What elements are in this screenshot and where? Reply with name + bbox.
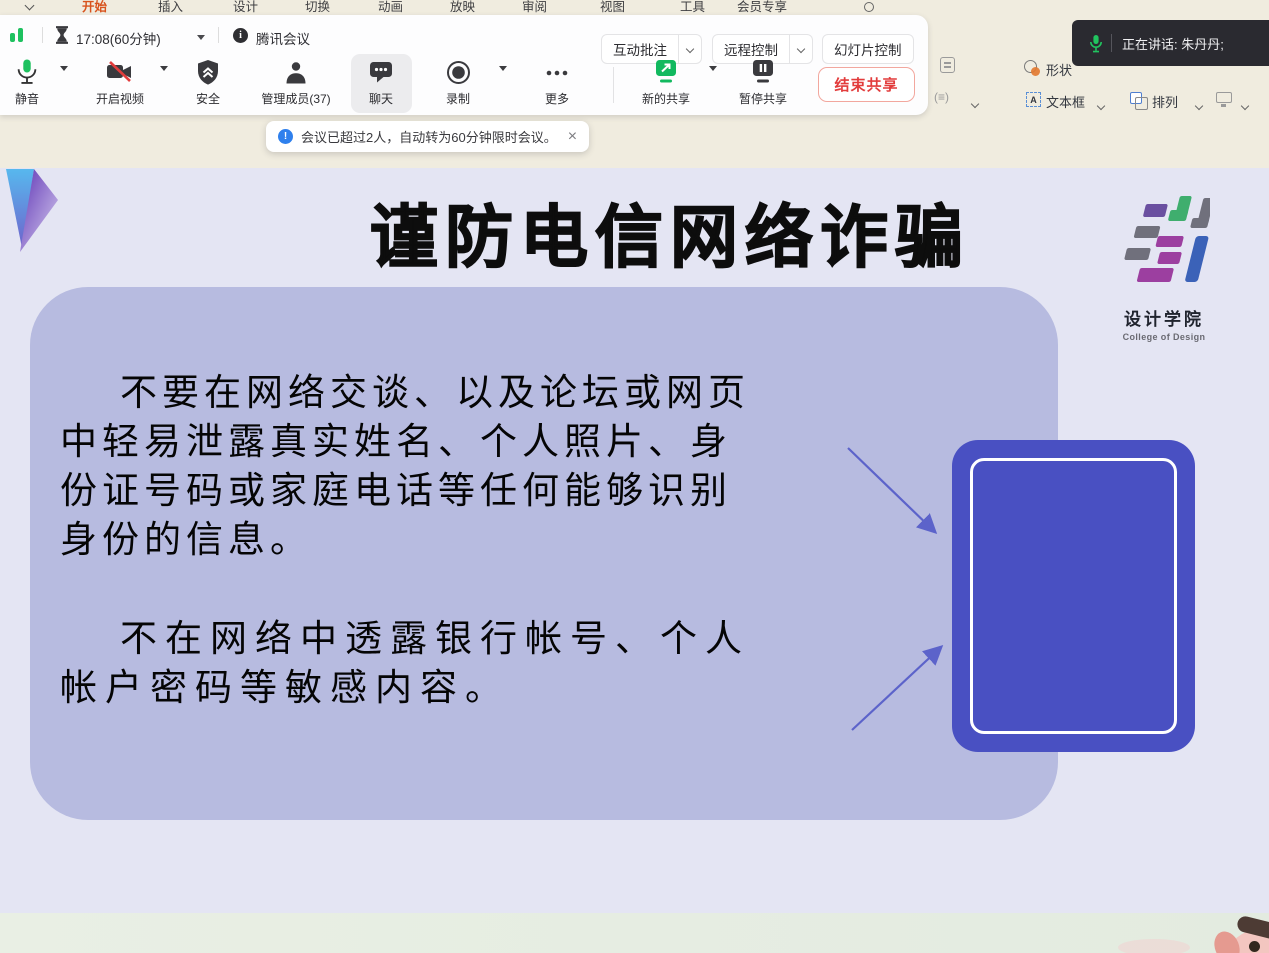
screen-share-icon <box>621 56 711 88</box>
image-placeholder-rect <box>952 440 1195 752</box>
start-video-button[interactable]: 开启视频 <box>75 56 165 107</box>
paste-icon[interactable] <box>940 57 955 73</box>
camera-off-icon <box>75 56 165 88</box>
tab-tools[interactable]: 工具 <box>680 0 705 15</box>
manage-members-button[interactable]: 管理成员(37) <box>251 56 341 107</box>
tab-home[interactable]: 开始 <box>82 0 107 15</box>
record-button[interactable]: 录制 <box>413 56 503 107</box>
share-dropdown-icon[interactable] <box>709 66 717 71</box>
paragraph-privacy: 不要在网络交谈、以及论坛或网页 中轻易泄露真实姓名、个人照片、身 份证号码或家庭… <box>60 368 830 564</box>
end-share-button[interactable]: 结束共享 <box>818 67 915 102</box>
line-spacing-icon[interactable]: (≡) <box>934 90 949 104</box>
info-icon: ! <box>278 129 293 144</box>
search-icon[interactable] <box>864 2 874 12</box>
tab-view[interactable]: 视图 <box>600 0 625 15</box>
powerpoint-tab-bar: 开始 插入 设计 切换 动画 放映 审阅 视图 工具 会员专享 <box>0 0 1269 15</box>
college-name-en: College of Design <box>1108 332 1220 342</box>
meeting-info-icon[interactable]: i <box>233 28 248 43</box>
arrange-icon[interactable] <box>1130 92 1142 104</box>
slideshow-monitor-icon[interactable] <box>1216 92 1232 103</box>
more-dots-icon <box>512 56 602 88</box>
pig-tail-blob <box>1118 939 1190 953</box>
tab-member[interactable]: 会员专享 <box>737 0 787 15</box>
network-signal-icon <box>10 28 32 42</box>
arrange-label[interactable]: 排列 <box>1152 92 1178 111</box>
textbox-icon[interactable]: A <box>1026 92 1041 107</box>
speaker-mic-icon <box>1089 34 1103 53</box>
textbox-chevron-icon[interactable] <box>1098 96 1104 114</box>
app-name: 腾讯会议 <box>256 28 310 48</box>
divider <box>42 27 43 43</box>
meeting-timer[interactable]: 17:08(60分钟) <box>76 28 161 48</box>
tab-review[interactable]: 审阅 <box>522 0 547 15</box>
mute-dropdown-icon[interactable] <box>60 66 68 71</box>
slide-control-button[interactable]: 幻灯片控制 <box>822 34 914 64</box>
college-name-cn: 设计学院 <box>1108 305 1220 330</box>
active-speaker-indicator: 正在讲话: 朱丹丹; <box>1072 20 1269 66</box>
shapes-label[interactable]: 形状 <box>1046 60 1072 79</box>
tab-design[interactable]: 设计 <box>233 0 258 15</box>
shapes-icon[interactable] <box>1024 60 1037 73</box>
tab-animation[interactable]: 动画 <box>378 0 403 15</box>
divider <box>218 27 219 43</box>
slide-title: 谨防电信网络诈骗 <box>310 182 1030 281</box>
security-button[interactable]: 安全 <box>163 56 253 107</box>
speaking-text: 正在讲话: 朱丹丹; <box>1122 34 1224 53</box>
more-button[interactable]: 更多 <box>512 56 602 107</box>
record-icon <box>413 56 503 88</box>
arrange-chevron-icon[interactable] <box>1196 96 1202 114</box>
tab-transition[interactable]: 切换 <box>305 0 330 15</box>
collapse-ribbon-chevron-icon[interactable] <box>25 1 35 11</box>
microphone-icon <box>0 56 72 88</box>
record-dropdown-icon[interactable] <box>499 66 507 71</box>
college-logo-mark <box>1118 196 1210 296</box>
meeting-toolbar-panel: 17:08(60分钟) i 腾讯会议 互动批注 远程控制 幻灯片控制 静音 <box>0 15 928 115</box>
line-spacing-chevron-icon[interactable] <box>972 94 978 112</box>
pause-share-icon <box>718 56 808 88</box>
triangle-decoration <box>0 168 70 260</box>
meeting-duration-notification: ! 会议已超过2人，自动转为60分钟限时会议。 × <box>266 121 589 152</box>
college-logo: 设计学院 College of Design <box>1108 196 1220 342</box>
desktop-background-strip <box>0 913 1269 953</box>
paragraph-bank: 不在网络中透露银行帐号、个人 帐户密码等敏感内容。 <box>60 614 830 712</box>
pig-eye-icon <box>1249 941 1260 952</box>
timer-dropdown-icon[interactable] <box>197 35 205 40</box>
divider <box>613 67 614 103</box>
divider <box>1111 34 1112 52</box>
notification-text: 会议已超过2人，自动转为60分钟限时会议。 <box>301 127 557 146</box>
textbox-label[interactable]: 文本框 <box>1046 92 1085 111</box>
image-placeholder-border <box>970 458 1177 734</box>
shield-icon <box>163 56 253 88</box>
monitor-chevron-icon[interactable] <box>1242 96 1248 114</box>
new-share-button[interactable]: 新的共享 <box>621 56 711 107</box>
hourglass-icon <box>54 26 70 44</box>
slide-area: 谨防电信网络诈骗 设计学院 College of <box>0 168 1269 913</box>
close-icon[interactable]: × <box>568 129 577 145</box>
tab-insert[interactable]: 插入 <box>158 0 183 15</box>
tab-slideshow[interactable]: 放映 <box>450 0 475 15</box>
screen: 开始 插入 设计 切换 动画 放映 审阅 视图 工具 会员专享 (≡) 形状 A… <box>0 0 1269 953</box>
mute-button[interactable]: 静音 <box>0 56 72 107</box>
person-icon <box>251 56 341 88</box>
pause-share-button[interactable]: 暂停共享 <box>718 56 808 107</box>
